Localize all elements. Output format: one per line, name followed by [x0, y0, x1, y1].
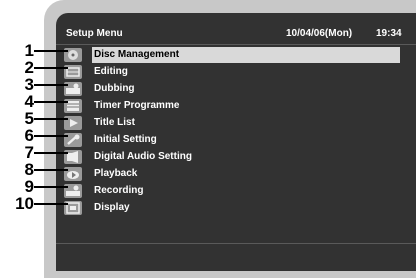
menu-item-dubbing[interactable]: Dubbing — [64, 81, 404, 97]
callout-line — [34, 101, 68, 103]
date-display: 10/04/06(Mon) — [286, 28, 353, 39]
callout-number: 8 — [24, 160, 34, 179]
setup-screen: Setup Menu 10/04/06(Mon) 19:34 Disc Mana… — [56, 13, 416, 271]
menu-item-recording[interactable]: Recording — [64, 183, 404, 199]
callout-number: 5 — [24, 109, 34, 128]
menu-label: Recording — [94, 185, 144, 196]
callout-number: 4 — [24, 92, 34, 111]
callout-number: 6 — [24, 126, 34, 145]
callout-line — [34, 118, 68, 120]
menu-label: Timer Programme — [94, 100, 180, 111]
callout-number: 7 — [24, 143, 34, 162]
menu-item-editing[interactable]: Editing — [64, 64, 404, 80]
time-display: 19:34 — [376, 28, 402, 39]
menu-item-timer-programme[interactable]: Timer Programme — [64, 98, 404, 114]
menu-label: Editing — [94, 66, 128, 77]
menu-label: Dubbing — [94, 83, 135, 94]
menu-item-digital-audio-setting[interactable]: Digital Audio Setting — [64, 149, 404, 165]
callout-number: 2 — [24, 58, 34, 77]
callout-line — [34, 67, 68, 69]
callout-line — [34, 50, 68, 52]
menu-label: Display — [94, 202, 130, 213]
menu-label: Disc Management — [94, 49, 180, 60]
footer-divider — [56, 243, 416, 244]
menu-title: Setup Menu — [66, 28, 123, 39]
menu-label: Title List — [94, 117, 135, 128]
callout-line — [34, 186, 68, 188]
menu-label: Digital Audio Setting — [94, 151, 192, 162]
callout-line — [34, 203, 68, 205]
menu-item-title-list[interactable]: Title List — [64, 115, 404, 131]
menu-item-initial-setting[interactable]: Initial Setting — [64, 132, 404, 148]
callout-line — [34, 152, 68, 154]
callout-line — [34, 84, 68, 86]
divider — [56, 44, 416, 45]
menu-item-playback[interactable]: Playback — [64, 166, 404, 182]
menu-item-disc-management[interactable]: Disc Management — [64, 47, 404, 63]
callout-number: 10 — [15, 194, 34, 213]
callout-line — [34, 169, 68, 171]
menu-label: Initial Setting — [94, 134, 157, 145]
title-bar: Setup Menu 10/04/06(Mon) 19:34 — [66, 25, 416, 43]
callout-number: 3 — [24, 75, 34, 94]
callout-number: 1 — [24, 41, 34, 60]
menu-item-display[interactable]: Display — [64, 200, 404, 216]
callout-line — [34, 135, 68, 137]
menu-label: Playback — [94, 168, 138, 179]
callout-number: 9 — [24, 177, 34, 196]
